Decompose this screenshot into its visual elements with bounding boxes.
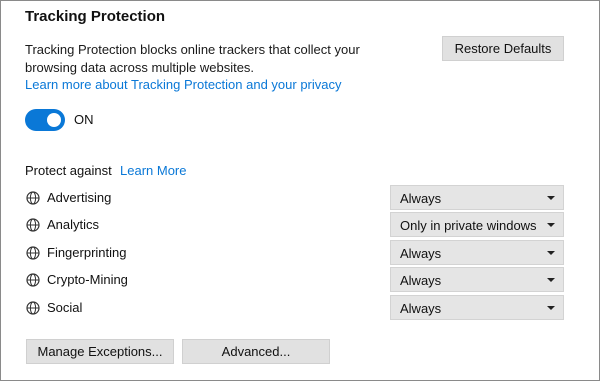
- select-value: Always: [400, 246, 442, 261]
- manage-exceptions-button[interactable]: Manage Exceptions...: [26, 339, 174, 364]
- description-line: browsing data across multiple websites.: [25, 60, 255, 75]
- caret-down-icon: [547, 306, 555, 310]
- select-value: Always: [400, 191, 442, 206]
- select-value: Always: [400, 273, 442, 288]
- crypto-mining-select[interactable]: Always: [390, 267, 564, 292]
- analytics-select[interactable]: Only in private windows: [390, 212, 564, 237]
- caret-down-icon: [547, 196, 555, 200]
- fingerprinting-select[interactable]: Always: [390, 240, 564, 265]
- tracker-label-analytics: Analytics: [47, 217, 100, 232]
- globe-icon: [26, 218, 40, 232]
- advertising-select[interactable]: Always: [390, 185, 564, 210]
- tracker-label-crypto-mining: Crypto-Mining: [47, 272, 128, 287]
- tracking-protection-toggle[interactable]: [25, 109, 65, 131]
- learn-more-link[interactable]: Learn More: [120, 163, 186, 178]
- globe-icon: [26, 301, 40, 315]
- caret-down-icon: [547, 223, 555, 227]
- select-value: Only in private windows: [400, 218, 537, 233]
- description-line: Tracking Protection blocks online tracke…: [25, 42, 360, 57]
- toggle-state-label: ON: [74, 112, 94, 127]
- tracking-protection-panel: Tracking Protection Tracking Protection …: [0, 0, 600, 381]
- tracker-label-social: Social: [47, 300, 83, 315]
- protect-against-label: Protect against: [25, 163, 112, 178]
- description: Tracking Protection blocks online tracke…: [25, 41, 405, 77]
- caret-down-icon: [547, 251, 555, 255]
- caret-down-icon: [547, 278, 555, 282]
- restore-defaults-button[interactable]: Restore Defaults: [442, 36, 564, 61]
- advanced-button[interactable]: Advanced...: [182, 339, 330, 364]
- globe-icon: [26, 273, 40, 287]
- tracker-label-advertising: Advertising: [47, 190, 112, 205]
- select-value: Always: [400, 301, 442, 316]
- page-title: Tracking Protection: [25, 8, 166, 25]
- globe-icon: [26, 191, 40, 205]
- globe-icon: [26, 246, 40, 260]
- social-select[interactable]: Always: [390, 295, 564, 320]
- tracker-label-fingerprinting: Fingerprinting: [47, 245, 127, 260]
- toggle-knob: [47, 113, 61, 127]
- learn-more-privacy-link[interactable]: Learn more about Tracking Protection and…: [25, 77, 342, 92]
